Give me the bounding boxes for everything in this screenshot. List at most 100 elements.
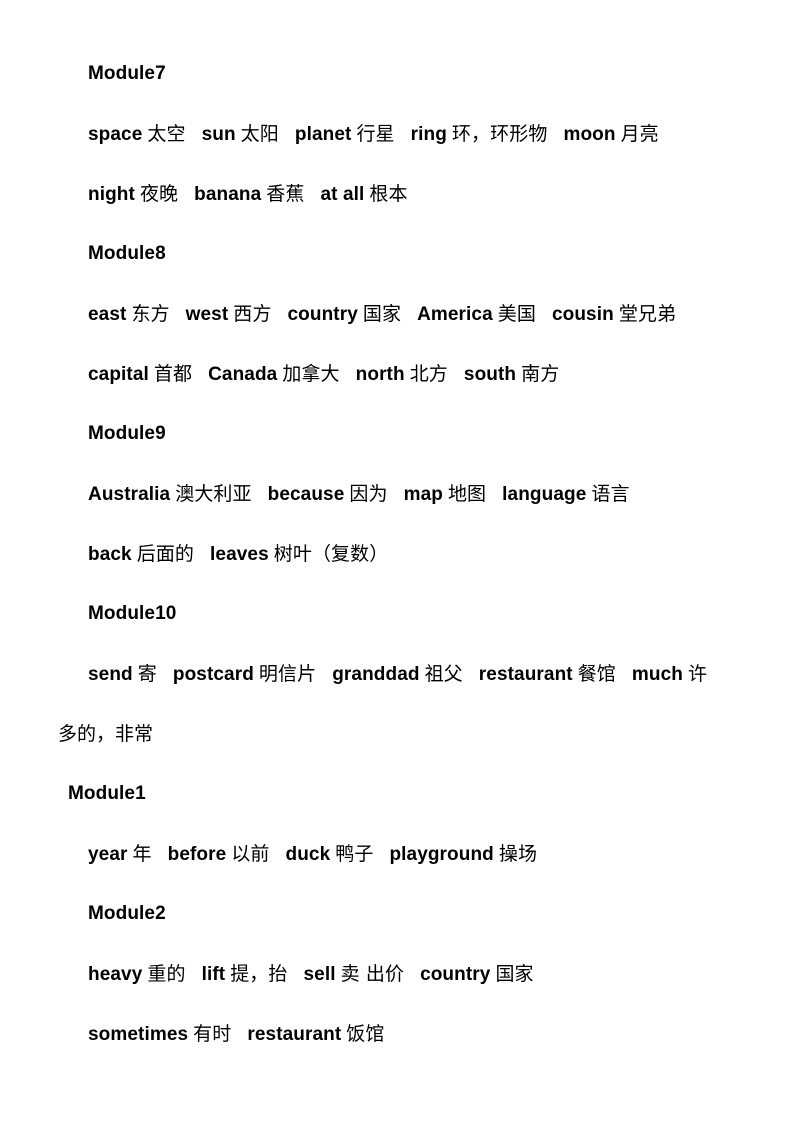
vocab-line-continuation: 多的，非常	[58, 723, 154, 745]
vocab-term-en: America	[417, 304, 493, 325]
vocab-gloss-zh: 根本	[369, 183, 408, 205]
module-block: Module9 Australia 澳大利亚 because 因为 map 地图 langua…	[0, 404, 794, 584]
vocab-term-en: cousin	[551, 304, 614, 325]
vocab-gloss-zh: 夜晚	[139, 183, 179, 205]
vocab-gloss-zh: 澳大利亚	[175, 483, 252, 505]
module-block: Module2 heavy 重的 lift 提，抬 sell 卖 出价 country 国家 so…	[0, 884, 794, 1064]
vocab-gloss-zh: 餐馆	[577, 663, 616, 685]
module-block: Module10 send 寄 postcard 明信片 granddad 祖父 restau…	[0, 584, 794, 764]
vocab-term-en: Canada	[208, 364, 278, 385]
vocab-term-en: banana	[194, 184, 262, 205]
vocab-term-en: space	[88, 124, 143, 145]
vocab-gloss-zh: 操场	[498, 843, 538, 865]
vocab-gloss-zh: 北方	[409, 363, 448, 385]
vocab-gloss-zh: 以前	[231, 843, 270, 865]
vocab-line: night 夜晚 banana 香蕉 at all 根本	[0, 164, 794, 224]
vocab-gloss-zh: 环，环形物	[451, 123, 548, 145]
vocab-gloss-zh: 国家	[495, 963, 534, 985]
vocab-term-en: lift	[201, 964, 226, 985]
vocab-term-en: granddad	[332, 664, 420, 685]
vocab-term-en: Australia	[88, 484, 171, 505]
vocab-gloss-zh: 重的	[147, 963, 186, 985]
vocab-line: send 寄 postcard 明信片 granddad 祖父 restaurant 餐馆 mu…	[0, 644, 794, 704]
vocab-gloss-zh: 寄	[137, 663, 157, 685]
vocab-term-en: send	[88, 664, 133, 685]
module-block: Module1 year 年 before 以前 duck 鸭子 playground 操场	[0, 764, 794, 884]
module-heading: Module1	[68, 783, 146, 804]
vocab-line: sometimes 有时 restaurant 饭馆	[0, 1004, 794, 1064]
vocab-gloss-zh: 语言	[591, 483, 630, 505]
module-heading: Module9	[88, 423, 166, 444]
vocab-term-en: ring	[410, 124, 447, 145]
vocab-line: year 年 before 以前 duck 鸭子 playground 操场	[0, 824, 794, 884]
vocab-line: heavy 重的 lift 提，抬 sell 卖 出价 country 国家	[0, 944, 794, 1004]
vocab-term-en: at all	[320, 184, 365, 205]
vocab-term-en: south	[463, 364, 517, 385]
module-block: Module7 space 太空 sun 太阳 planet 行星 ring 环，环形物 moon…	[0, 44, 794, 224]
vocab-line: east 东方 west 西方 country 国家 America 美国 cousin 堂兄弟	[0, 284, 794, 344]
vocab-gloss-zh: 因为	[349, 483, 388, 505]
vocab-gloss-zh: 月亮	[620, 123, 659, 145]
vocab-term-en: sometimes	[88, 1024, 189, 1045]
vocab-gloss-zh: 卖 出价	[340, 963, 405, 985]
vocab-term-en: heavy	[88, 964, 143, 985]
module-block: Module8 east 东方 west 西方 country 国家 America 美国 cou…	[0, 224, 794, 404]
vocab-gloss-zh: 行星	[356, 123, 395, 145]
vocab-gloss-zh: 堂兄弟	[618, 303, 677, 325]
vocab-term-en: restaurant	[247, 1024, 342, 1045]
vocab-term-en: moon	[563, 124, 616, 145]
vocab-line: back 后面的 leaves 树叶（复数）	[0, 524, 794, 584]
vocab-term-en: because	[267, 484, 345, 505]
vocab-gloss-zh: 南方	[521, 363, 560, 385]
document-content: Module7 space 太空 sun 太阳 planet 行星 ring 环，环形物 moon…	[0, 44, 794, 1064]
vocab-gloss-zh: 东方	[131, 303, 170, 325]
vocab-gloss-zh: 美国	[497, 303, 536, 325]
vocab-gloss-zh: 首都	[153, 363, 193, 385]
vocab-gloss-zh: 提，抬	[230, 963, 288, 985]
vocab-term-en: sell	[303, 964, 336, 985]
vocab-term-en: year	[88, 844, 128, 865]
vocab-gloss-zh: 地图	[447, 483, 487, 505]
vocab-gloss-zh: 后面的	[136, 543, 195, 565]
vocab-line: Australia 澳大利亚 because 因为 map 地图 language 语言	[0, 464, 794, 524]
vocab-term-en: west	[185, 304, 229, 325]
vocab-gloss-zh: 饭馆	[346, 1023, 385, 1045]
vocab-term-en: much	[631, 664, 683, 685]
vocab-gloss-zh: 年	[132, 843, 152, 865]
vocab-term-en: before	[167, 844, 227, 865]
vocab-gloss-zh: 西方	[233, 303, 272, 325]
vocab-gloss-zh: 有时	[193, 1023, 232, 1045]
vocab-gloss-zh: 国家	[362, 303, 402, 325]
vocab-term-en: language	[502, 484, 587, 505]
module-heading: Module10	[88, 603, 177, 624]
module-heading: Module2	[88, 903, 166, 924]
vocab-term-en: playground	[389, 844, 494, 865]
vocab-gloss-zh: 香蕉	[266, 183, 305, 205]
vocab-term-en: map	[403, 484, 443, 505]
vocab-term-en: sun	[201, 124, 236, 145]
vocab-term-en: country	[287, 304, 358, 325]
vocab-gloss-zh: 明信片	[258, 663, 317, 685]
vocab-term-en: back	[88, 544, 132, 565]
vocab-term-en: leaves	[210, 544, 269, 565]
vocab-gloss-zh: 鸭子	[335, 843, 374, 865]
vocab-line: capital 首都 Canada 加拿大 north 北方 south 南方	[0, 344, 794, 404]
vocab-term-en: north	[355, 364, 405, 385]
vocab-term-en: east	[88, 304, 127, 325]
vocab-term-en: night	[88, 184, 135, 205]
vocab-term-en: country	[420, 964, 491, 985]
module-heading: Module8	[88, 243, 166, 264]
vocab-gloss-zh: 太阳	[240, 123, 279, 145]
vocab-term-en: capital	[88, 364, 149, 385]
vocab-term-en: restaurant	[478, 664, 573, 685]
document-page: Module7 space 太空 sun 太阳 planet 行星 ring 环，环形物 moon…	[0, 0, 794, 1123]
vocab-gloss-zh: 加拿大	[282, 363, 340, 385]
vocab-gloss-zh: 祖父	[424, 663, 463, 685]
module-heading: Module7	[88, 63, 166, 84]
vocab-term-en: duck	[285, 844, 331, 865]
vocab-term-en: postcard	[172, 664, 254, 685]
vocab-line: space 太空 sun 太阳 planet 行星 ring 环，环形物 moon 月亮	[0, 104, 794, 164]
vocab-gloss-zh: 太空	[147, 123, 186, 145]
vocab-gloss-zh: 树叶（复数）	[273, 543, 389, 565]
vocab-term-en: planet	[294, 124, 352, 145]
